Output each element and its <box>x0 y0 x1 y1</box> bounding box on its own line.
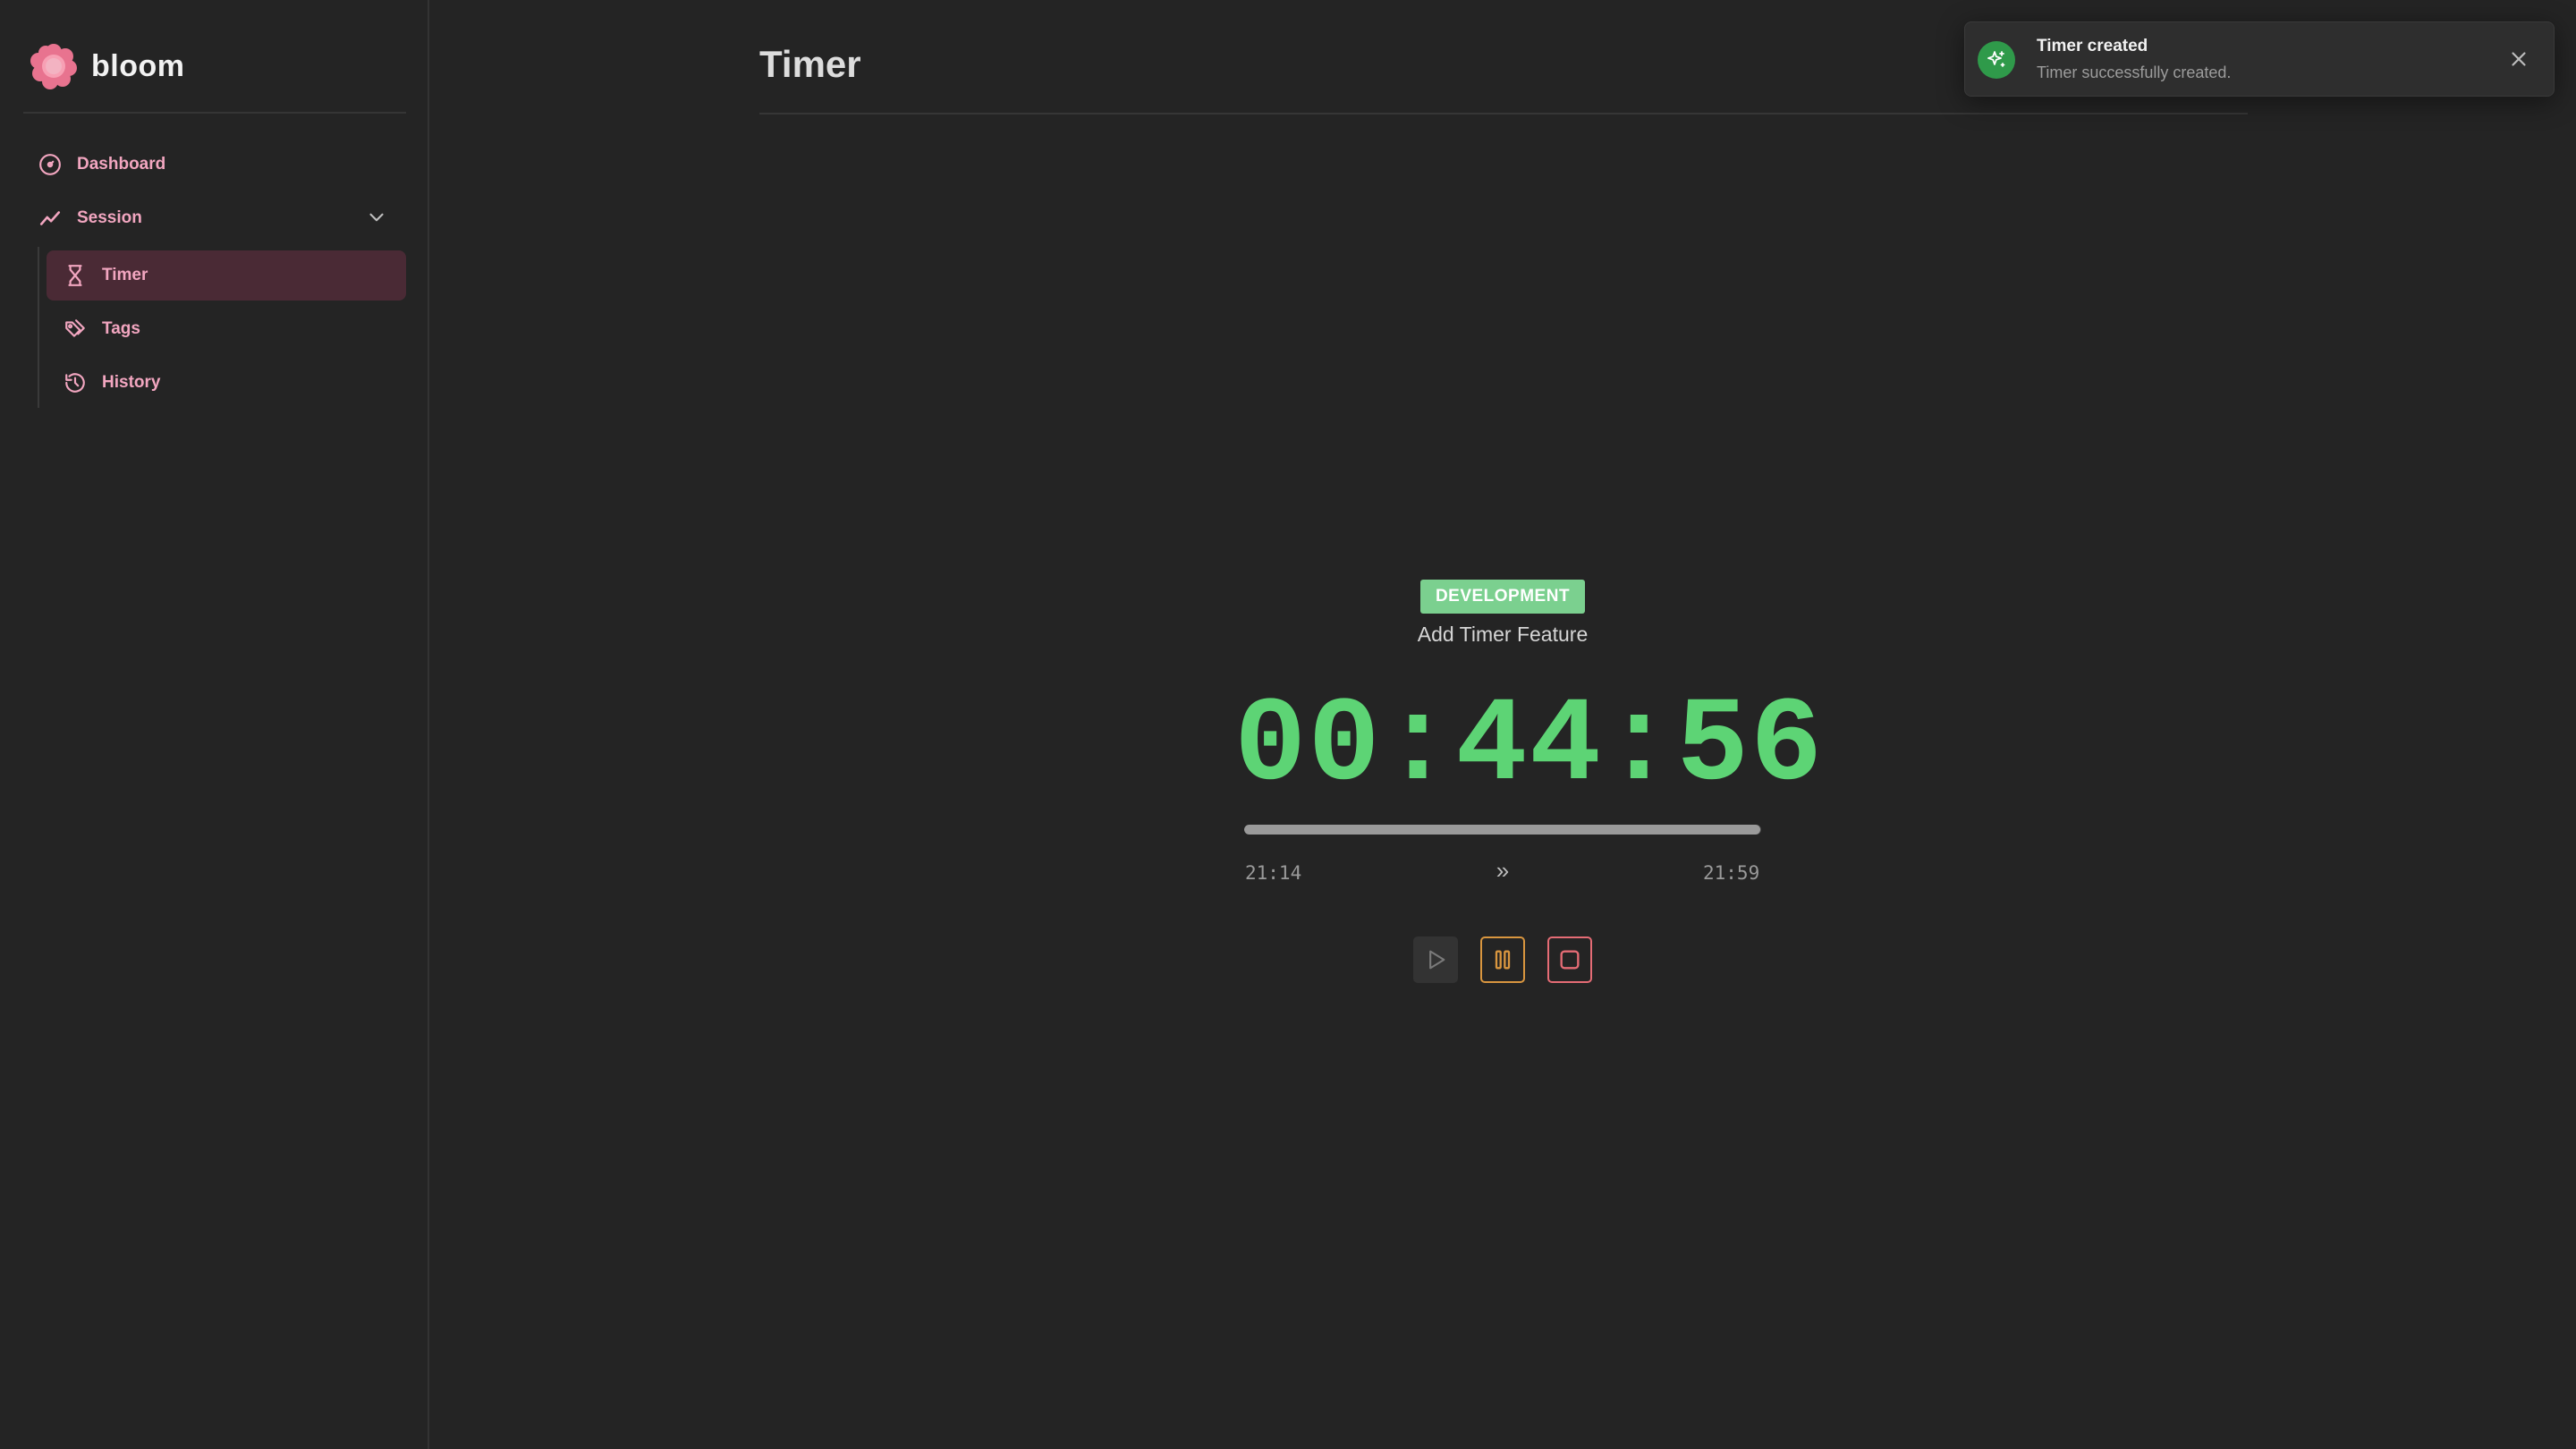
start-time: 21:14 <box>1245 862 1302 884</box>
sidebar-item-label: Session <box>77 208 142 227</box>
timer-clock: 00:44:56 <box>1234 679 1825 815</box>
pause-icon <box>1495 950 1511 970</box>
chevron-down-icon[interactable] <box>365 206 388 229</box>
submenu-rail <box>38 247 39 408</box>
play-icon <box>1429 950 1445 970</box>
tags-icon <box>63 317 88 342</box>
divider <box>23 112 406 114</box>
sidebar: bloom Dashboard Session Timer Tags Histo… <box>0 0 429 1449</box>
flower-icon <box>30 44 77 89</box>
end-time: 21:59 <box>1703 862 1760 884</box>
task-name: Add Timer Feature <box>1417 623 1589 646</box>
sidebar-item-tags[interactable]: Tags <box>47 304 406 354</box>
pause-button[interactable] <box>1480 936 1525 983</box>
sidebar-item-timer[interactable]: Timer <box>47 250 406 301</box>
sparkles-icon <box>1978 41 2015 79</box>
sidebar-item-history[interactable]: History <box>47 358 406 408</box>
gauge-icon <box>38 152 63 177</box>
stop-icon <box>1560 950 1580 970</box>
sidebar-item-dashboard[interactable]: Dashboard <box>38 140 404 190</box>
play-button[interactable] <box>1413 936 1458 983</box>
brand[interactable]: bloom <box>30 39 184 93</box>
page-title: Timer <box>759 43 861 85</box>
stop-button[interactable] <box>1547 936 1592 983</box>
sidebar-item-label: Timer <box>102 266 148 284</box>
app-name: bloom <box>91 48 185 83</box>
sidebar-item-session[interactable]: Session <box>38 193 404 243</box>
history-icon <box>63 370 88 395</box>
progress-bar <box>1244 825 1761 835</box>
toast-notification: Timer created Timer successfully created… <box>1964 21 2555 97</box>
sidebar-item-label: History <box>102 373 161 392</box>
progress-fill <box>1244 825 1761 835</box>
sidebar-item-label: Dashboard <box>77 155 166 174</box>
trend-line-icon <box>38 206 63 231</box>
close-icon[interactable] <box>2507 47 2530 71</box>
toast-title: Timer created <box>2037 37 2148 55</box>
header-divider <box>759 113 2248 114</box>
hourglass-icon <box>63 263 88 288</box>
tag-badge: DEVELOPMENT <box>1420 580 1585 614</box>
toast-message: Timer successfully created. <box>2037 64 2232 81</box>
sidebar-item-label: Tags <box>102 319 140 338</box>
chevrons-right-icon: » <box>1496 857 1510 884</box>
